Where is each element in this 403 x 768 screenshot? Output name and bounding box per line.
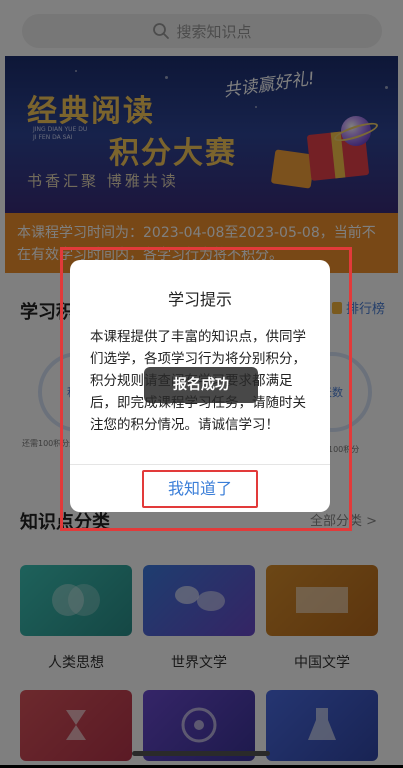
toast-message: 报名成功 xyxy=(144,367,258,403)
dialog-divider xyxy=(70,464,330,465)
dialog-title: 学习提示 xyxy=(167,290,232,309)
confirm-button[interactable]: 我知道了 xyxy=(142,470,258,508)
